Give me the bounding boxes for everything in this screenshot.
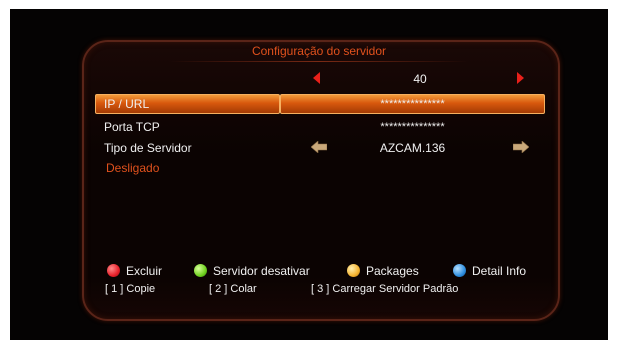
page-title: Configuração do servidor (150, 42, 488, 62)
legend-detail-info[interactable]: Detail Info (453, 263, 526, 279)
ip-url-row[interactable]: IP / URL *************** (95, 94, 545, 114)
server-type-row[interactable]: Tipo de Servidor AZCAM.136 (95, 138, 545, 158)
tcp-port-row[interactable]: Porta TCP *************** (95, 117, 545, 137)
ip-url-label: IP / URL (104, 97, 150, 111)
ip-url-field[interactable]: *************** (280, 94, 545, 114)
legend-disable-label: Servidor desativar (213, 264, 310, 278)
legend-detail-label: Detail Info (472, 264, 527, 278)
page-next-icon[interactable] (517, 72, 524, 84)
legend-delete-label: Excluir (126, 264, 163, 278)
legend-packages-label: Packages (366, 264, 419, 278)
server-status: Desligado (106, 161, 160, 175)
hotkey-load-default[interactable]: [ 3 ] Carregar Servidor Padrão (311, 282, 458, 296)
server-type-value[interactable]: AZCAM.136 (280, 138, 545, 158)
legend-delete[interactable]: Excluir (107, 263, 162, 279)
red-button-icon (107, 264, 120, 277)
hotkey-paste[interactable]: [ 2 ] Colar (209, 282, 257, 296)
green-button-icon (194, 264, 207, 277)
blue-button-icon (453, 264, 466, 277)
server-index: 40 (413, 72, 427, 86)
legend-disable-server[interactable]: Servidor desativar (194, 263, 310, 279)
tcp-port-label: Porta TCP (104, 120, 160, 134)
server-type-label: Tipo de Servidor (104, 141, 192, 155)
arrow-right-icon[interactable] (513, 141, 529, 153)
page-prev-icon[interactable] (313, 72, 320, 84)
yellow-button-icon (347, 264, 360, 277)
hotkey-copy[interactable]: [ 1 ] Copie (105, 282, 155, 296)
tcp-port-field[interactable]: *************** (280, 117, 545, 137)
legend-packages[interactable]: Packages (347, 263, 419, 279)
